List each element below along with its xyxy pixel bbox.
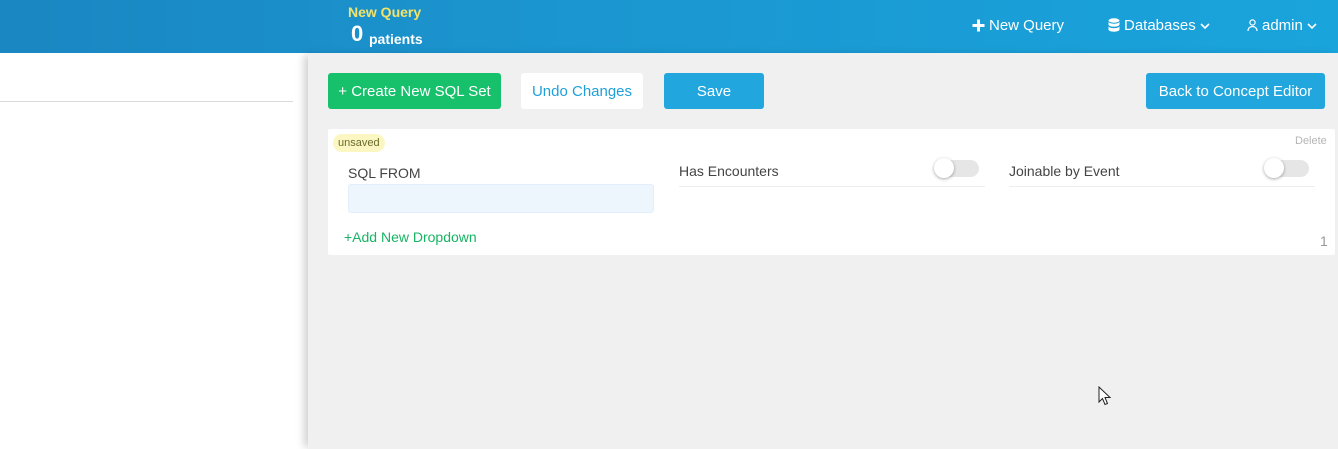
- add-new-dropdown-link[interactable]: +Add New Dropdown: [344, 229, 477, 245]
- chevron-down-icon: [1200, 22, 1210, 30]
- sql-set-card: unsaved Delete SQL FROM Has Encounters J…: [328, 129, 1335, 255]
- nav-new-query[interactable]: New Query: [972, 17, 1064, 34]
- nav-databases-label: Databases: [1124, 17, 1196, 34]
- sql-set-index: 1: [1320, 233, 1328, 249]
- nav-user-menu[interactable]: admin: [1247, 17, 1317, 34]
- nav-databases[interactable]: Databases: [1108, 17, 1210, 34]
- has-encounters-label: Has Encounters: [679, 163, 779, 179]
- joinable-by-event-row: Joinable by Event: [1009, 157, 1315, 187]
- app-header: New Query 0 patients New Query Databases: [0, 0, 1338, 53]
- back-to-concept-editor-button[interactable]: Back to Concept Editor: [1146, 73, 1325, 109]
- create-sql-set-button[interactable]: + Create New SQL Set: [328, 73, 501, 109]
- sql-set-editor: + Create New SQL Set Undo Changes Save B…: [308, 53, 1338, 449]
- delete-button[interactable]: Delete: [1295, 135, 1327, 147]
- sql-from-label: SQL FROM: [348, 165, 421, 181]
- nav-user-label: admin: [1262, 17, 1303, 34]
- user-icon: [1247, 19, 1258, 32]
- joinable-by-event-label: Joinable by Event: [1009, 163, 1120, 179]
- patient-count-label: patients: [369, 31, 423, 47]
- toggle-knob: [934, 158, 954, 178]
- plus-icon: [972, 19, 985, 32]
- left-panel-divider: [0, 101, 293, 102]
- toggle-knob: [1264, 158, 1284, 178]
- database-icon: [1108, 18, 1120, 33]
- left-panel: [0, 53, 308, 449]
- sql-from-input[interactable]: [348, 184, 654, 213]
- patient-count: 0: [351, 21, 364, 46]
- has-encounters-toggle[interactable]: [934, 158, 979, 178]
- query-title[interactable]: New Query: [348, 4, 421, 20]
- has-encounters-row: Has Encounters: [679, 157, 985, 187]
- chevron-down-icon: [1307, 22, 1317, 30]
- save-button[interactable]: Save: [664, 73, 764, 109]
- status-badge: unsaved: [333, 134, 385, 152]
- undo-changes-button[interactable]: Undo Changes: [521, 73, 643, 109]
- mouse-cursor-icon: [1098, 385, 1112, 411]
- joinable-by-event-toggle[interactable]: [1264, 158, 1309, 178]
- nav-new-query-label: New Query: [989, 17, 1065, 34]
